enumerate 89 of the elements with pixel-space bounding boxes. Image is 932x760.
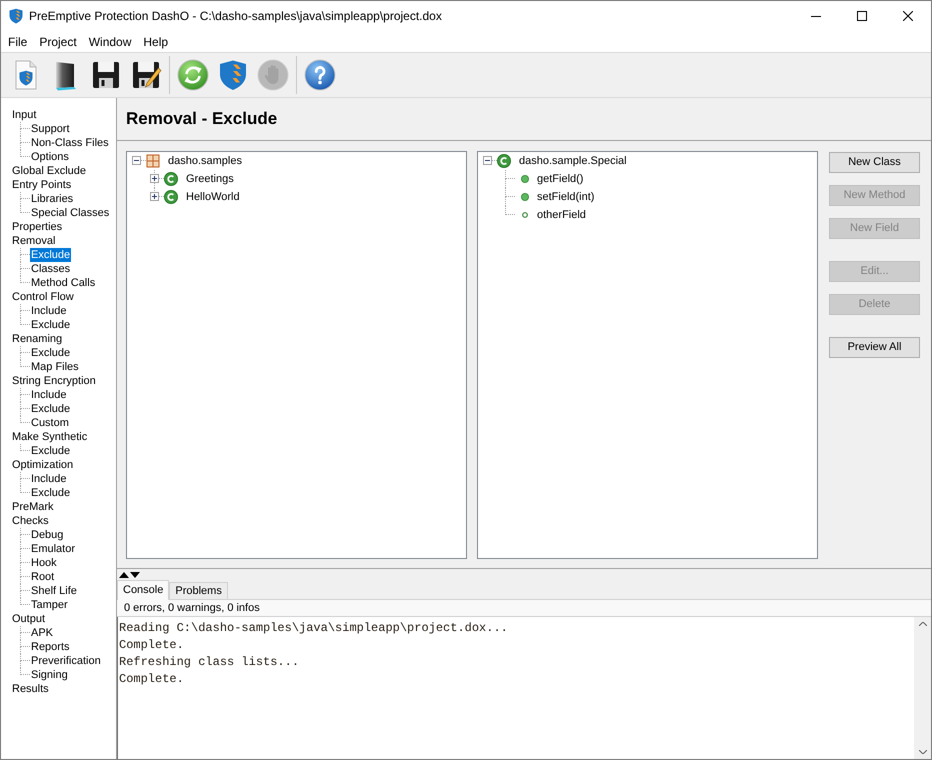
close-icon[interactable] [903, 11, 913, 21]
nav-item[interactable]: Include [30, 472, 68, 486]
dot-icon [521, 175, 529, 183]
package-icon [146, 154, 160, 168]
action-button[interactable]: Preview All [829, 337, 920, 358]
plus-box-icon[interactable] [150, 192, 159, 201]
nav-item[interactable]: Signing [30, 668, 69, 682]
tree-node[interactable]: otherField [537, 208, 586, 222]
help-icon[interactable] [304, 59, 336, 91]
scroll-down-icon[interactable] [918, 750, 926, 754]
nav-item[interactable]: Output [11, 612, 46, 626]
nav-item[interactable]: Map Files [30, 360, 80, 374]
nav-item[interactable]: Make Synthetic [11, 430, 88, 444]
menu-item[interactable]: File [5, 34, 30, 50]
refresh-icon[interactable] [177, 59, 209, 91]
member-tree[interactable]: dasho.sample.Special getField() setField(int) otherField [477, 151, 818, 559]
nav-item[interactable]: Classes [30, 262, 72, 276]
nav-item[interactable]: Exclude [30, 444, 72, 458]
nav-item[interactable]: Preverification [30, 654, 102, 668]
nav-item[interactable]: Exclude [30, 346, 72, 360]
menu-item[interactable]: Project [36, 34, 80, 50]
package-tree[interactable]: dasho.samples Greetings HelloWorld [126, 151, 467, 559]
console-line: Complete. [119, 671, 184, 688]
nav-item[interactable]: Include [30, 388, 68, 402]
minus-box-icon[interactable] [483, 156, 492, 165]
console-line: Refreshing class lists... [119, 654, 300, 671]
nav-item[interactable]: Exclude [30, 248, 72, 262]
nav-item[interactable]: Global Exclude [11, 164, 87, 178]
nav-item[interactable]: Exclude [30, 486, 72, 500]
maximize-icon[interactable] [857, 11, 867, 21]
nav-item[interactable]: Method Calls [30, 276, 96, 290]
nav-item[interactable]: Exclude [30, 402, 72, 416]
app-shield-icon [8, 8, 24, 24]
scrollbar[interactable] [914, 617, 931, 759]
nav-item[interactable]: Optimization [11, 458, 74, 472]
tree-node[interactable]: setField(int) [537, 190, 594, 204]
c-circle-icon [164, 190, 178, 204]
page-title: Removal - Exclude [126, 108, 278, 130]
menu-item[interactable]: Help [140, 34, 172, 50]
triangle-up-icon[interactable] [119, 572, 129, 578]
nav-item[interactable]: Reports [30, 640, 71, 654]
nav-item[interactable]: APK [30, 626, 54, 640]
nav-item[interactable]: Libraries [30, 192, 74, 206]
nav-item[interactable]: Results [11, 682, 50, 696]
nav-item[interactable]: Root [30, 570, 56, 584]
console-line: Complete. [119, 637, 184, 654]
c-circle-icon [497, 154, 511, 168]
tree-node[interactable]: Greetings [186, 172, 234, 186]
scroll-up-icon[interactable] [918, 622, 926, 626]
nav-item[interactable]: Control Flow [11, 290, 75, 304]
tree-node[interactable]: dasho.sample.Special [519, 154, 627, 168]
nav-item[interactable]: Input [11, 108, 38, 122]
status-text: 0 errors, 0 warnings, 0 infos [124, 600, 260, 616]
console-line: Reading C:\dasho-samples\java\simpleapp\project.dox... [119, 620, 508, 637]
nav-item[interactable]: Options [30, 150, 70, 164]
nav-item[interactable]: Exclude [30, 318, 72, 332]
dot-icon [521, 193, 529, 201]
tab[interactable]: Console [117, 580, 170, 600]
triangle-down-icon[interactable] [130, 572, 140, 578]
menu-item[interactable]: Window [86, 34, 134, 50]
nav-item[interactable]: Emulator [30, 542, 76, 556]
nav-item[interactable]: Checks [11, 514, 50, 528]
nav-item[interactable]: Custom [30, 416, 70, 430]
nav-item[interactable]: Special Classes [30, 206, 110, 220]
nav-item[interactable]: Removal [11, 234, 56, 248]
tab[interactable]: Problems [169, 582, 228, 600]
shield-icon[interactable] [217, 59, 249, 91]
nav-item[interactable]: Properties [11, 220, 64, 234]
nav-item[interactable]: Debug [30, 528, 64, 542]
nav-item[interactable]: Support [30, 122, 71, 136]
nav-item[interactable]: Renaming [11, 332, 64, 346]
minus-box-icon[interactable] [132, 156, 141, 165]
tree-node[interactable]: dasho.samples [168, 154, 242, 168]
nav-item[interactable]: String Encryption [11, 374, 97, 388]
c-circle-icon [164, 172, 178, 186]
nav-item[interactable]: Hook [30, 556, 58, 570]
action-button[interactable]: New Class [829, 152, 920, 173]
tree-node[interactable]: getField() [537, 172, 584, 186]
nav-item[interactable]: Tamper [30, 598, 69, 612]
window-title: PreEmptive Protection DashO - C:\dasho-samples\java\simpleapp\project.dox [29, 8, 442, 25]
nav-item[interactable]: Non-Class Files [30, 136, 110, 150]
ring-icon [522, 212, 528, 218]
tree-node[interactable]: HelloWorld [186, 190, 240, 204]
floppy-disk-pencil-icon[interactable] [130, 59, 162, 91]
plus-box-icon[interactable] [150, 174, 159, 183]
nav-item[interactable]: Include [30, 304, 68, 318]
nav-item[interactable]: Entry Points [11, 178, 72, 192]
nav-item[interactable]: PreMark [11, 500, 55, 514]
nav-item[interactable]: Shelf Life [30, 584, 78, 598]
